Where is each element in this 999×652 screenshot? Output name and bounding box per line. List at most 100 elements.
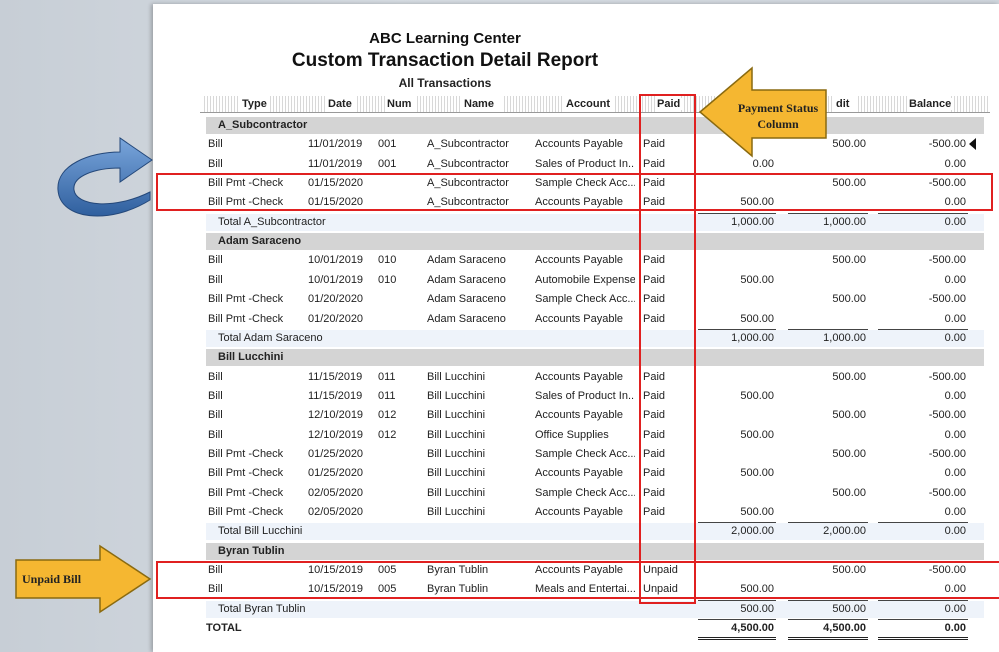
cell-num: 011 xyxy=(378,389,396,402)
cell-name: Adam Saraceno xyxy=(427,273,506,286)
cell-balance: 0.00 xyxy=(944,157,966,170)
cell-type: Bill xyxy=(208,409,223,422)
cell-type: Bill Pmt -Check xyxy=(208,447,284,460)
cell-num: 012 xyxy=(378,409,397,422)
group-header[interactable]: Bill Lucchini xyxy=(206,349,984,367)
row-marker-icon xyxy=(969,138,976,150)
bill-payment-highlight xyxy=(156,173,993,211)
group-total-balance: 0.00 xyxy=(944,331,966,344)
cell-account: Accounts Payable xyxy=(535,506,624,518)
cell-account: Sample Check Acc... xyxy=(535,293,635,306)
cell-date: 12/10/2019 xyxy=(308,428,364,441)
group-total-balance: 0.00 xyxy=(944,525,966,538)
cell-date: 10/01/2019 xyxy=(308,273,364,286)
cell-balance: -500.00 xyxy=(928,447,966,460)
cell-account: Office Supplies xyxy=(535,428,609,441)
cell-type: Bill Pmt -Check xyxy=(208,312,284,325)
cell-balance: -500.00 xyxy=(928,138,966,151)
cell-debit: 500.00 xyxy=(740,428,774,441)
header-divider xyxy=(200,112,990,113)
cell-credit: 500.00 xyxy=(832,409,866,422)
cell-account: Sample Check Acc... xyxy=(535,486,635,499)
cell-name: Bill Lucchini xyxy=(427,486,486,499)
cell-account: Accounts Payable xyxy=(535,409,624,422)
cell-account: Automobile Expense xyxy=(535,273,635,286)
curved-return-arrow xyxy=(57,137,153,217)
cell-balance: 0.00 xyxy=(944,428,966,441)
group-total-label: Total Byran Tublin xyxy=(218,602,306,615)
cell-date: 12/10/2019 xyxy=(308,409,364,422)
cell-debit: 500.00 xyxy=(740,506,774,518)
cell-date: 10/01/2019 xyxy=(308,254,364,267)
group-total-credit: 2,000.00 xyxy=(823,525,866,538)
cell-debit: 500.00 xyxy=(740,467,774,480)
table-row[interactable] xyxy=(0,290,846,309)
cell-type: Bill Pmt -Check xyxy=(208,486,284,499)
cell-account: Accounts Payable xyxy=(535,370,624,383)
cell-account: Accounts Payable xyxy=(535,138,624,151)
table-row[interactable] xyxy=(0,406,846,425)
table-row[interactable] xyxy=(0,368,846,387)
company-name: ABC Learning Center xyxy=(369,30,521,47)
cell-name: Bill Lucchini xyxy=(427,447,486,460)
cell-name: Bill Lucchini xyxy=(427,370,486,383)
cell-name: Adam Saraceno xyxy=(427,312,506,325)
cell-account: Sales of Product In... xyxy=(535,157,635,170)
cell-account: Accounts Payable xyxy=(535,254,624,267)
cell-balance: 0.00 xyxy=(944,389,966,402)
cell-account: Accounts Payable xyxy=(535,312,624,325)
grand-total-double-rule xyxy=(788,637,868,641)
cell-type: Bill xyxy=(208,157,223,170)
grand-total-double-rule xyxy=(698,637,776,641)
cell-debit: 500.00 xyxy=(740,389,774,402)
grand-total-label: TOTAL xyxy=(206,622,242,635)
cell-name: Adam Saraceno xyxy=(427,254,506,267)
cell-balance: 0.00 xyxy=(944,312,966,325)
group-header[interactable]: Byran Tublin xyxy=(206,542,984,560)
group-total-credit: 1,000.00 xyxy=(823,215,866,228)
cell-num: 001 xyxy=(378,157,397,170)
cell-credit: 500.00 xyxy=(832,254,866,267)
cell-date: 02/05/2020 xyxy=(308,486,364,499)
cell-type: Bill Pmt -Check xyxy=(208,293,284,306)
col-header-account[interactable]: Account xyxy=(564,96,614,112)
grand-total-balance: 0.00 xyxy=(944,622,966,635)
paid-column-highlight xyxy=(639,94,696,604)
cell-name: Bill Lucchini xyxy=(427,389,486,402)
cell-type: Bill xyxy=(208,389,223,402)
cell-balance: 0.00 xyxy=(944,506,966,518)
col-header-type[interactable]: Type xyxy=(240,96,270,112)
cell-date: 11/15/2019 xyxy=(308,370,363,383)
grand-total-debit: 4,500.00 xyxy=(731,622,774,635)
cell-num: 001 xyxy=(378,138,397,151)
cell-balance: -500.00 xyxy=(928,293,966,306)
cell-date: 11/01/2019 xyxy=(308,157,363,170)
group-total-balance: 0.00 xyxy=(944,215,966,228)
col-header-name[interactable]: Name xyxy=(462,96,502,112)
cell-date: 01/25/2020 xyxy=(308,467,364,480)
cell-name: Bill Lucchini xyxy=(427,506,486,518)
grand-total-credit: 4,500.00 xyxy=(823,622,866,635)
group-header[interactable]: A_Subcontractor xyxy=(206,117,984,134)
cell-account: Accounts Payable xyxy=(535,467,624,480)
col-header-date[interactable]: Date xyxy=(326,96,356,112)
col-header-balance[interactable]: Balance xyxy=(907,96,954,112)
table-row[interactable] xyxy=(0,445,846,464)
cell-name: A_Subcontractor xyxy=(427,138,509,151)
cell-date: 01/20/2020 xyxy=(308,312,364,325)
cell-balance: 0.00 xyxy=(944,467,966,480)
cell-balance: -500.00 xyxy=(928,409,966,422)
cell-date: 01/25/2020 xyxy=(308,447,364,460)
group-total-label: Total Adam Saraceno xyxy=(218,331,323,344)
table-row[interactable] xyxy=(0,484,846,503)
cell-balance: -500.00 xyxy=(928,486,966,499)
group-header[interactable]: Adam Saraceno xyxy=(206,233,984,251)
col-header-credit[interactable]: dit xyxy=(834,96,856,112)
cell-type: Bill xyxy=(208,428,223,441)
cell-type: Bill xyxy=(208,273,223,286)
table-row[interactable] xyxy=(0,251,846,270)
cell-balance: 0.00 xyxy=(944,273,966,286)
cell-debit: 500.00 xyxy=(740,273,774,286)
col-header-num[interactable]: Num xyxy=(385,96,415,112)
cell-date: 11/01/2019 xyxy=(308,138,363,151)
